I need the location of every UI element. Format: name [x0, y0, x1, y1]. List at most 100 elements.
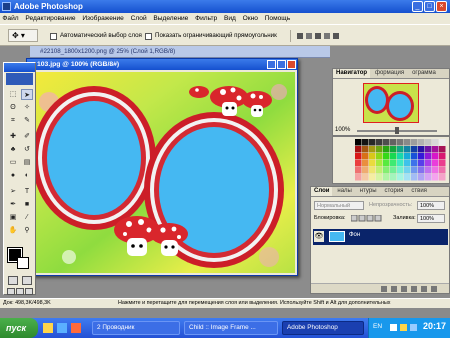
quick-launch[interactable] [42, 322, 86, 334]
color-swatch[interactable] [376, 153, 383, 160]
tab-channels[interactable]: налы [334, 187, 354, 196]
type-icon[interactable]: T [21, 186, 33, 197]
path-select-icon[interactable]: ➢ [7, 186, 19, 197]
color-swatch[interactable] [390, 153, 397, 160]
menu-view[interactable]: Вид [222, 15, 239, 22]
healing-brush-icon[interactable]: ✚ [7, 131, 19, 142]
move-tool-icon[interactable]: ➤ [21, 89, 33, 100]
color-swatch[interactable] [411, 174, 418, 181]
minimize-button[interactable]: _ [412, 1, 423, 12]
align-buttons[interactable] [296, 31, 342, 41]
color-swatch[interactable] [383, 167, 390, 174]
quick-mask-icon[interactable] [22, 276, 32, 285]
menu-file[interactable]: Файл [0, 15, 21, 22]
close-button[interactable]: × [436, 1, 447, 12]
opacity-field[interactable]: 100% [417, 201, 445, 210]
tab-histogram[interactable]: ограмма [409, 69, 439, 78]
adobe-feather-icon[interactable] [6, 73, 33, 85]
color-swatch[interactable] [411, 146, 418, 153]
clone-stamp-icon[interactable]: ♣ [7, 144, 19, 155]
background-document-title[interactable]: #22108_1800x1200.png @ 25% (Слой 1,RGB/8… [30, 46, 330, 58]
color-swatch[interactable] [369, 153, 376, 160]
menu-filter[interactable]: Фильтр [193, 15, 220, 22]
doc-close-button[interactable] [287, 60, 296, 69]
color-swatch[interactable] [439, 167, 446, 174]
navigator-zoom-handle[interactable] [395, 127, 399, 134]
menu-layer[interactable]: Слой [128, 15, 149, 22]
color-swatch[interactable] [362, 160, 369, 167]
color-swatch[interactable] [418, 139, 425, 146]
color-swatch[interactable] [425, 174, 432, 181]
color-swatch[interactable] [355, 153, 362, 160]
tab-actions[interactable]: ствия [408, 187, 430, 196]
color-swatch[interactable] [383, 139, 390, 146]
menu-select[interactable]: Выделение [151, 15, 191, 22]
tab-layers[interactable]: Слои [311, 187, 333, 196]
color-swatch[interactable] [404, 146, 411, 153]
magic-wand-icon[interactable]: ✧ [21, 102, 33, 113]
color-swatch[interactable] [369, 167, 376, 174]
document-title[interactable]: 103.jpg @ 100% (RGB/8#) [27, 59, 297, 70]
color-swatch[interactable] [439, 160, 446, 167]
color-swatch[interactable] [390, 146, 397, 153]
fill-field[interactable]: 100% [417, 214, 445, 223]
gradient-icon[interactable]: ▤ [21, 157, 33, 168]
color-swatch[interactable] [383, 160, 390, 167]
color-swatch[interactable] [397, 174, 404, 181]
doc-size[interactable]: Док: 498,3K/498,3K [3, 299, 51, 308]
task-browser[interactable]: Child :: Image Frame ... [184, 321, 278, 335]
color-swatch[interactable] [369, 146, 376, 153]
pen-icon[interactable]: ✒ [7, 199, 19, 210]
color-swatch[interactable] [418, 146, 425, 153]
color-swatch[interactable] [369, 174, 376, 181]
color-swatch[interactable] [362, 146, 369, 153]
color-swatch[interactable] [439, 146, 446, 153]
tool-preset-picker[interactable]: ✥ ▾ [8, 29, 38, 42]
standard-mode-icon[interactable] [8, 276, 18, 285]
screen-mode-full-menu-icon[interactable] [16, 288, 24, 295]
color-swatch[interactable] [397, 160, 404, 167]
lasso-icon[interactable]: ʘ [7, 102, 19, 113]
menu-help[interactable]: Помощь [262, 15, 292, 22]
color-swatch[interactable] [383, 153, 390, 160]
tab-navigator[interactable]: Навигатор [333, 69, 371, 78]
blur-icon[interactable]: ● [7, 170, 19, 181]
color-swatch[interactable] [376, 139, 383, 146]
eye-icon[interactable]: 👁 [314, 231, 324, 242]
color-swatch[interactable] [432, 174, 439, 181]
color-swatch[interactable] [355, 139, 362, 146]
marquee-icon[interactable]: ⬚ [7, 89, 19, 100]
notes-icon[interactable]: ▣ [7, 212, 19, 223]
task-photoshop[interactable]: Adobe Photoshop [282, 321, 364, 335]
color-swatch[interactable] [383, 146, 390, 153]
color-swatch[interactable] [390, 174, 397, 181]
layer-name[interactable]: Фон [349, 232, 360, 238]
shape-icon[interactable]: ■ [21, 199, 33, 210]
color-swatch[interactable] [425, 167, 432, 174]
color-swatch[interactable] [418, 174, 425, 181]
tab-paths[interactable]: нтуры [357, 187, 380, 196]
color-swatch[interactable] [390, 160, 397, 167]
layer-actions-icon[interactable] [311, 284, 449, 294]
color-swatch[interactable] [355, 160, 362, 167]
eyedropper-icon[interactable]: ⁄ [21, 212, 33, 223]
color-swatch[interactable] [376, 167, 383, 174]
color-swatch[interactable] [425, 160, 432, 167]
color-swatch[interactable] [439, 174, 446, 181]
color-swatch[interactable] [355, 146, 362, 153]
screen-mode-full-icon[interactable] [25, 288, 33, 295]
color-swatch[interactable] [418, 167, 425, 174]
color-swatch[interactable] [404, 139, 411, 146]
color-swatch[interactable] [432, 139, 439, 146]
tab-history[interactable]: стория [381, 187, 406, 196]
color-swatch[interactable] [425, 146, 432, 153]
color-swatch[interactable] [425, 153, 432, 160]
auto-select-checkbox[interactable] [50, 33, 57, 40]
eraser-icon[interactable]: ▭ [7, 157, 19, 168]
color-swatch[interactable] [404, 153, 411, 160]
color-swatch[interactable] [404, 167, 411, 174]
navigator-thumbnail[interactable] [363, 83, 419, 123]
screen-mode-standard-icon[interactable] [7, 288, 15, 295]
color-swatch[interactable] [376, 146, 383, 153]
color-swatch[interactable] [369, 160, 376, 167]
